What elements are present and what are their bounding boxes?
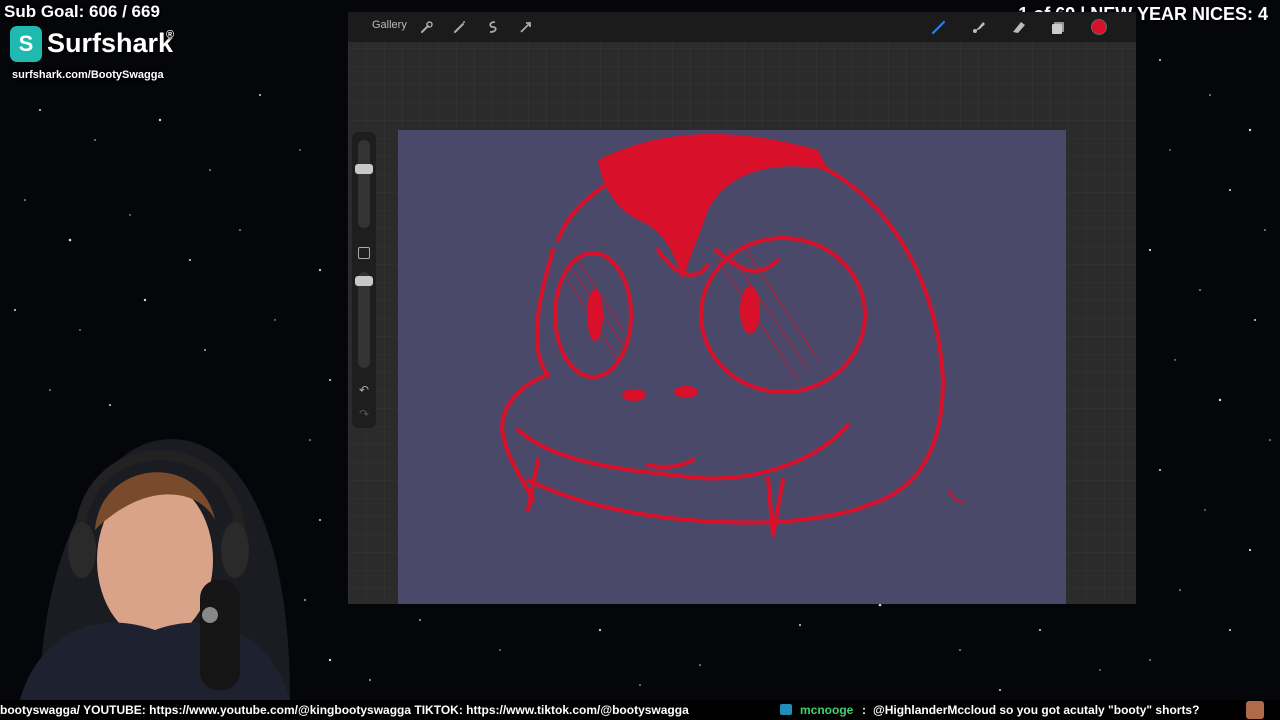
surfshark-logo-icon: S [10, 26, 42, 62]
opacity-thumb[interactable] [355, 276, 373, 286]
chat-badge-icon [780, 704, 792, 715]
sub-goal-counter: Sub Goal: 606 / 669 [4, 2, 160, 21]
webcam-feed [20, 439, 290, 700]
undo-icon[interactable]: ↶ [358, 384, 370, 396]
layers-icon[interactable] [1050, 18, 1068, 36]
selection-icon[interactable] [484, 18, 502, 36]
brush-size-thumb[interactable] [355, 164, 373, 174]
opacity-slider[interactable] [358, 272, 370, 368]
chat-separator: : [862, 703, 866, 717]
social-links-text: bootyswagga/ YOUTUBE: https://www.youtub… [0, 703, 689, 717]
eraser-icon[interactable] [1010, 18, 1028, 36]
sponsor-registered-mark: ® [166, 29, 175, 41]
modify-button[interactable] [358, 247, 370, 259]
brush-size-slider[interactable] [358, 140, 370, 228]
procreate-app: Gallery ↶ ↷ [348, 12, 1136, 604]
transform-icon[interactable] [517, 18, 535, 36]
redo-icon[interactable]: ↷ [358, 408, 370, 420]
chat-username: mcnooge [800, 703, 854, 717]
sponsor-url: surfshark.com/BootySwagga [12, 69, 164, 81]
color-icon[interactable] [1090, 18, 1108, 36]
sponsor-banner: S Surfshark ® surfshark.com/BootySwagga [8, 26, 208, 86]
magic-wand-icon[interactable] [451, 18, 469, 36]
bottom-ticker: bootyswagga/ YOUTUBE: https://www.youtub… [0, 700, 1280, 720]
drawing-canvas[interactable] [398, 130, 1066, 604]
procreate-sidebar: ↶ ↷ [352, 132, 376, 428]
chat-avatar-icon [1246, 701, 1264, 719]
wrench-icon[interactable] [418, 18, 436, 36]
chat-message: @HighlanderMccloud so you got acutaly "b… [873, 703, 1200, 717]
smudge-icon[interactable] [970, 18, 988, 36]
gallery-button[interactable]: Gallery [372, 19, 407, 31]
red-sketch [500, 133, 964, 537]
brush-icon[interactable] [930, 18, 948, 36]
sponsor-name: Surfshark [47, 28, 174, 58]
procreate-toolbar: Gallery [348, 12, 1136, 42]
